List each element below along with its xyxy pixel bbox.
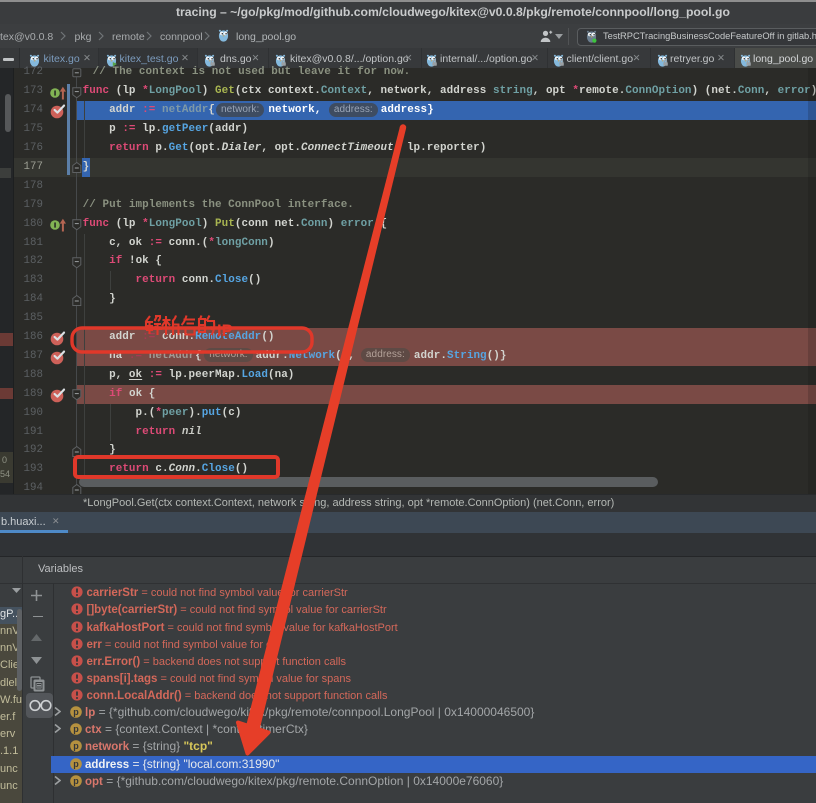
svg-text:IP: IP [217, 322, 233, 340]
